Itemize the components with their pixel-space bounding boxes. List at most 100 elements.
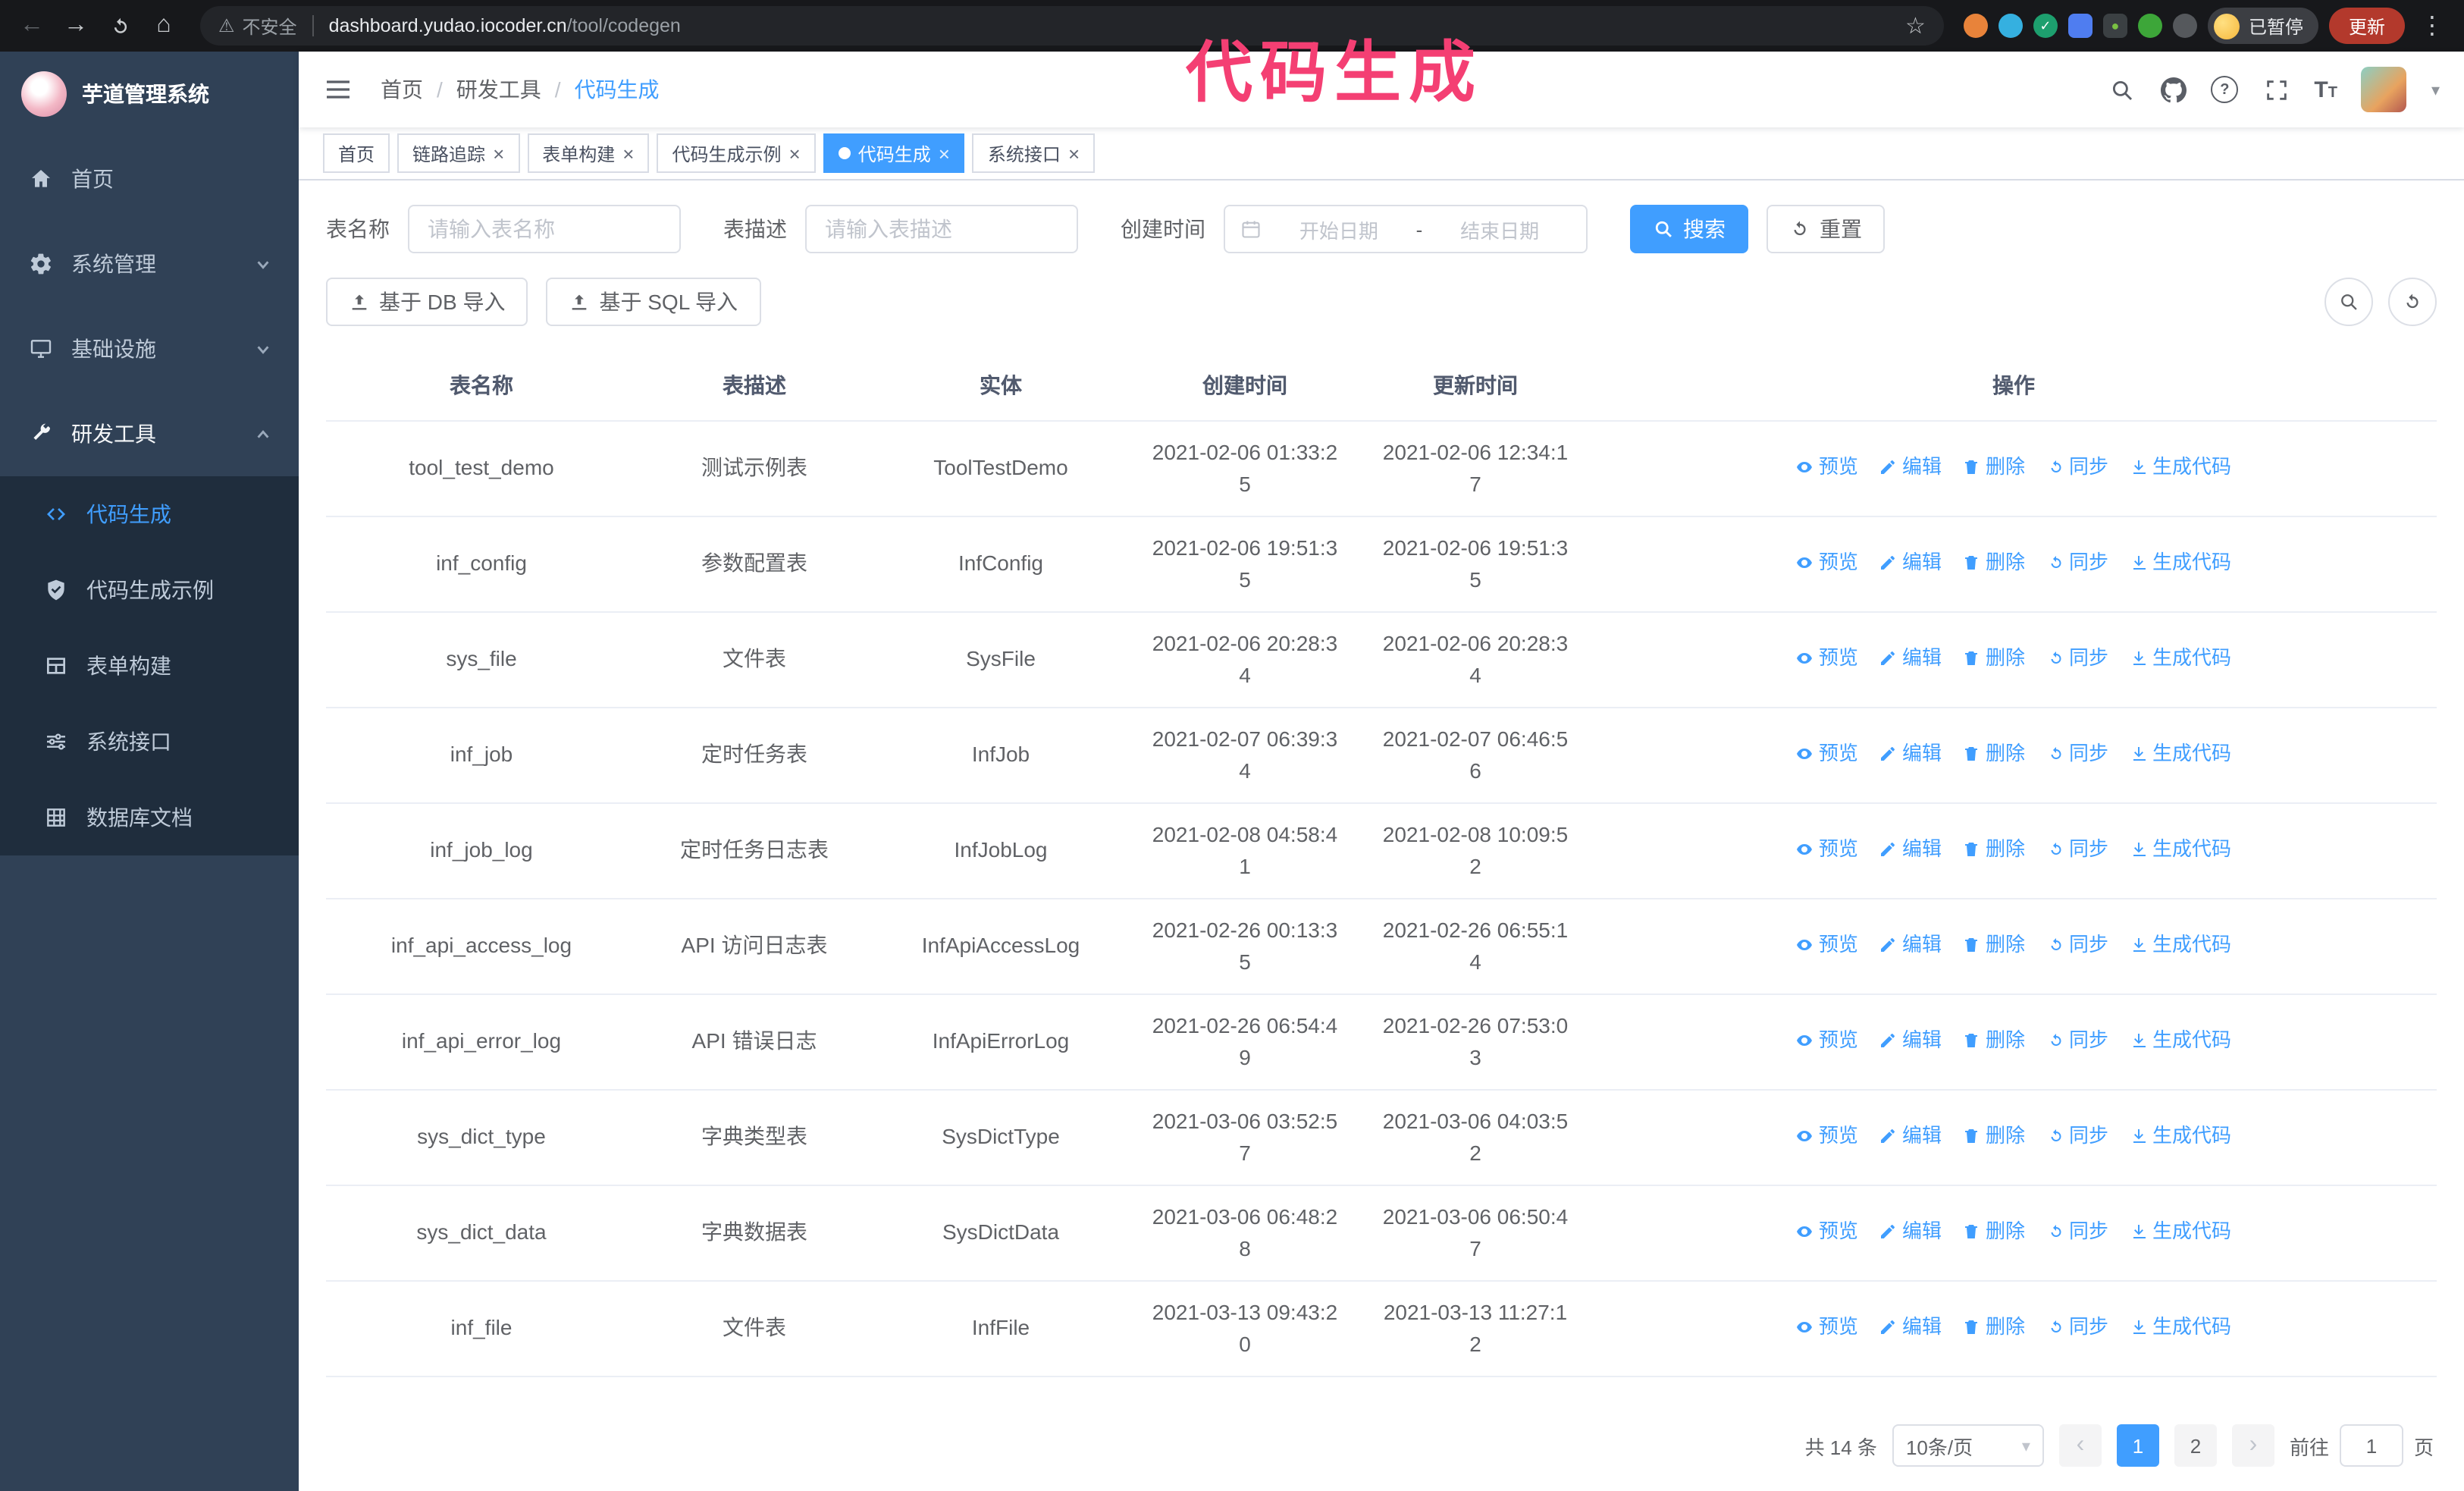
help-icon[interactable]: ? [2211,76,2239,103]
edit-link[interactable]: 编辑 [1879,738,1942,770]
tab-close-icon[interactable]: × [622,143,634,163]
tab-close-icon[interactable]: × [493,143,504,163]
extension-icon[interactable] [2172,14,2197,38]
edit-link[interactable]: 编辑 [1879,833,1942,865]
preview-link[interactable]: 预览 [1796,1120,1858,1152]
delete-link[interactable]: 删除 [1963,1311,2025,1343]
import-sql-button[interactable]: 基于 SQL 导入 [546,278,761,326]
breadcrumb-item[interactable]: 研发工具 [456,74,541,105]
sync-link[interactable]: 同步 [2046,547,2108,579]
extension-icon[interactable]: ✓ [2033,14,2058,38]
tab[interactable]: 系统接口 × [972,133,1096,173]
sync-link[interactable]: 同步 [2046,1311,2108,1343]
hamburger-icon[interactable] [323,74,353,105]
tab-close-icon[interactable]: × [1068,143,1080,163]
delete-link[interactable]: 删除 [1963,1120,2025,1152]
preview-link[interactable]: 预览 [1796,1311,1858,1343]
sync-link[interactable]: 同步 [2046,929,2108,961]
edit-link[interactable]: 编辑 [1879,929,1942,961]
edit-link[interactable]: 编辑 [1879,642,1942,674]
sidebar-item-code-generation-example[interactable]: 代码生成示例 [0,552,299,628]
sidebar-item-infrastructure[interactable]: 基础设施 [0,306,299,391]
sync-link[interactable]: 同步 [2046,738,2108,770]
sync-link[interactable]: 同步 [2046,642,2108,674]
sidebar-item-system-api[interactable]: 系统接口 [0,704,299,780]
sidebar-item-dev-tools[interactable]: 研发工具 [0,391,299,476]
tab[interactable]: 链路追踪 × [397,133,520,173]
browser-home-button[interactable]: ⌂ [147,9,180,42]
reset-button[interactable]: 重置 [1766,205,1885,253]
preview-link[interactable]: 预览 [1796,451,1858,483]
edit-link[interactable]: 编辑 [1879,451,1942,483]
delete-link[interactable]: 删除 [1963,547,2025,579]
delete-link[interactable]: 删除 [1963,642,2025,674]
sync-link[interactable]: 同步 [2046,1120,2108,1152]
preview-link[interactable]: 预览 [1796,642,1858,674]
fullscreen-icon[interactable] [2262,76,2290,103]
tab-close-icon[interactable]: × [789,143,801,163]
table-desc-input[interactable] [805,205,1078,253]
bookmark-star-icon[interactable]: ☆ [1905,12,1926,39]
goto-page-input[interactable] [2339,1424,2403,1467]
delete-link[interactable]: 删除 [1963,929,2025,961]
prev-page-button[interactable]: ‹ [2058,1424,2102,1467]
tab[interactable]: 代码生成示例 × [657,133,816,173]
toggle-search-button[interactable] [2324,278,2373,326]
browser-reload-button[interactable] [103,9,136,42]
extension-icon[interactable] [2137,14,2162,38]
font-size-icon[interactable]: TT [2314,77,2337,102]
preview-link[interactable]: 预览 [1796,929,1858,961]
browser-update-button[interactable]: 更新 [2328,8,2405,44]
address-bar[interactable]: ⚠ 不安全 dashboard.yudao.iocoder.cn /tool/c… [200,6,1944,46]
generate-code-link[interactable]: 生成代码 [2130,833,2231,865]
preview-link[interactable]: 预览 [1796,1216,1858,1248]
generate-code-link[interactable]: 生成代码 [2130,929,2231,961]
date-range-picker[interactable]: 开始日期 - 结束日期 [1224,205,1588,253]
extension-icon[interactable] [1998,14,2023,38]
browser-forward-button[interactable]: → [59,9,92,42]
page-number-button[interactable]: 2 [2174,1424,2217,1467]
generate-code-link[interactable]: 生成代码 [2130,1120,2231,1152]
next-page-button[interactable]: › [2231,1424,2274,1467]
edit-link[interactable]: 编辑 [1879,1311,1942,1343]
edit-link[interactable]: 编辑 [1879,1120,1942,1152]
generate-code-link[interactable]: 生成代码 [2130,738,2231,770]
delete-link[interactable]: 删除 [1963,451,2025,483]
sidebar-item-database-docs[interactable]: 数据库文档 [0,780,299,855]
tab-close-icon[interactable]: × [939,143,950,163]
search-icon[interactable] [2108,76,2135,103]
delete-link[interactable]: 删除 [1963,1025,2025,1056]
refresh-table-button[interactable] [2388,278,2437,326]
breadcrumb-item[interactable]: 首页 [381,74,423,105]
tab[interactable]: 代码生成 × [823,133,965,173]
preview-link[interactable]: 预览 [1796,547,1858,579]
table-name-input[interactable] [408,205,681,253]
extension-icon[interactable] [1963,14,1988,38]
profile-paused-chip[interactable]: 已暂停 [2207,8,2318,44]
tab[interactable]: 首页 [323,133,390,173]
sidebar-item-home[interactable]: 首页 [0,137,299,221]
preview-link[interactable]: 预览 [1796,738,1858,770]
sync-link[interactable]: 同步 [2046,1216,2108,1248]
sync-link[interactable]: 同步 [2046,833,2108,865]
generate-code-link[interactable]: 生成代码 [2130,1025,2231,1056]
browser-menu-icon[interactable]: ⋮ [2415,9,2449,42]
generate-code-link[interactable]: 生成代码 [2130,1216,2231,1248]
sidebar-item-code-generation[interactable]: 代码生成 [0,476,299,552]
browser-back-button[interactable]: ← [15,9,49,42]
page-number-button[interactable]: 1 [2116,1424,2159,1467]
generate-code-link[interactable]: 生成代码 [2130,451,2231,483]
user-avatar[interactable] [2361,67,2407,112]
avatar-caret-icon[interactable]: ▾ [2431,80,2440,99]
edit-link[interactable]: 编辑 [1879,1025,1942,1056]
generate-code-link[interactable]: 生成代码 [2130,1311,2231,1343]
sync-link[interactable]: 同步 [2046,1025,2108,1056]
sync-link[interactable]: 同步 [2046,451,2108,483]
sidebar-logo[interactable]: 芋道管理系统 [0,52,299,137]
tab[interactable]: 表单构建 × [527,133,650,173]
sidebar-item-form-builder[interactable]: 表单构建 [0,628,299,704]
search-button[interactable]: 搜索 [1630,205,1748,253]
preview-link[interactable]: 预览 [1796,1025,1858,1056]
generate-code-link[interactable]: 生成代码 [2130,642,2231,674]
generate-code-link[interactable]: 生成代码 [2130,547,2231,579]
